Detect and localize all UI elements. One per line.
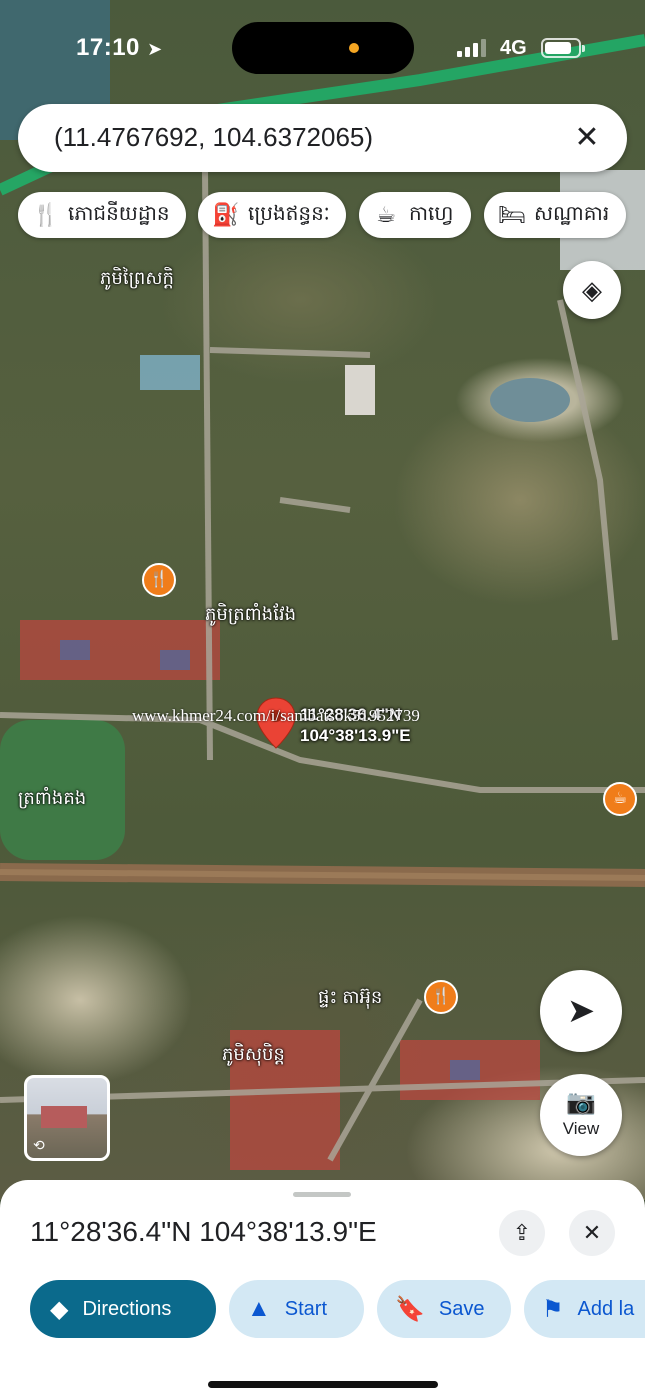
gas-station-icon: ⛽ <box>212 202 240 227</box>
bottom-sheet[interactable]: 11°28'36.4"N 104°38'13.9"E ⇪ ✕ ◆ Directio… <box>0 1180 645 1400</box>
navigation-icon: ▲ <box>247 1295 271 1322</box>
view-button[interactable]: 📷 View <box>540 1074 622 1156</box>
place-label: ផ្ទះ តាអ៊ុន <box>318 987 383 1007</box>
bookmark-icon: 🔖 <box>395 1295 425 1323</box>
action-buttons: ◆ Directions ▲ Start 🔖 Save ⚑ Add la <box>0 1280 645 1338</box>
search-query[interactable]: (11.4767692, 104.6372065) <box>54 122 373 153</box>
coffee-icon: ☕ <box>376 202 396 227</box>
chip-coffee[interactable]: ☕ កាហ្វេ <box>359 192 471 238</box>
start-button[interactable]: ▲ Start <box>229 1280 364 1338</box>
directions-icon: ◆ <box>50 1295 69 1323</box>
chip-hotels[interactable]: 🛏 សណ្ឋាគារ <box>484 192 626 238</box>
restaurant-poi-icon[interactable]: 🍴 <box>424 980 458 1014</box>
save-button[interactable]: 🔖 Save <box>377 1280 511 1338</box>
add-label-button[interactable]: ⚑ Add la <box>524 1280 645 1338</box>
status-bar: 17:10 ➤ 4G <box>0 0 645 96</box>
network-type: 4G <box>500 37 527 59</box>
navigation-arrow-icon: ➤ <box>566 992 596 1030</box>
coffee-poi-icon[interactable]: ☕ <box>603 782 637 816</box>
close-sheet-button[interactable]: ✕ <box>569 1210 615 1256</box>
layers-icon: ◈ <box>582 275 602 305</box>
place-label: ភូមិសុបិន្ត <box>222 1044 285 1064</box>
chip-gas[interactable]: ⛽ ប្រេងឥន្ធនៈ <box>198 192 346 238</box>
location-arrow-icon: ➤ <box>147 39 163 59</box>
chip-restaurants[interactable]: 🍴 ភោជនីយដ្ឋាន <box>18 192 186 238</box>
dynamic-island <box>232 22 414 74</box>
directions-button[interactable]: ◆ Directions <box>30 1280 216 1338</box>
close-icon[interactable]: ✕ <box>567 118 607 158</box>
hotel-icon: 🛏 <box>498 202 526 227</box>
watermark: www.khmer24.com/i/sambatsok51952739 <box>132 706 420 725</box>
restaurant-icon: 🍴 <box>32 202 60 227</box>
share-icon: ⇪ <box>512 1220 532 1245</box>
restaurant-poi-icon[interactable]: 🍴 <box>142 563 176 597</box>
close-icon: ✕ <box>582 1220 602 1245</box>
place-label: ភូមិព្រៃសក្តិ <box>100 268 174 288</box>
share-button[interactable]: ⇪ <box>499 1210 545 1256</box>
place-label: ត្រពាំងគង <box>18 788 87 808</box>
signal-icon <box>457 39 486 57</box>
privacy-dot-icon <box>349 43 359 53</box>
sheet-coordinates: 11°28'36.4"N 104°38'13.9"E <box>30 1216 377 1247</box>
battery-icon <box>541 38 585 58</box>
view-label: View <box>562 1119 600 1138</box>
drag-handle[interactable] <box>293 1192 351 1197</box>
my-location-button[interactable]: ➤ <box>540 970 622 1052</box>
layers-button[interactable]: ◈ <box>563 261 621 319</box>
camera-icon: 📷 <box>566 1089 596 1116</box>
place-label: ភូមិត្រពាំងវែង <box>205 604 297 624</box>
street-view-thumbnail[interactable]: ⟲ <box>24 1075 110 1161</box>
clock: 17:10 ➤ <box>76 34 163 61</box>
home-indicator[interactable] <box>208 1381 438 1388</box>
flag-icon: ⚑ <box>542 1295 564 1323</box>
search-bar[interactable]: (11.4767692, 104.6372065) ✕ <box>18 104 627 172</box>
rotate-360-icon: ⟲ <box>33 1137 45 1153</box>
